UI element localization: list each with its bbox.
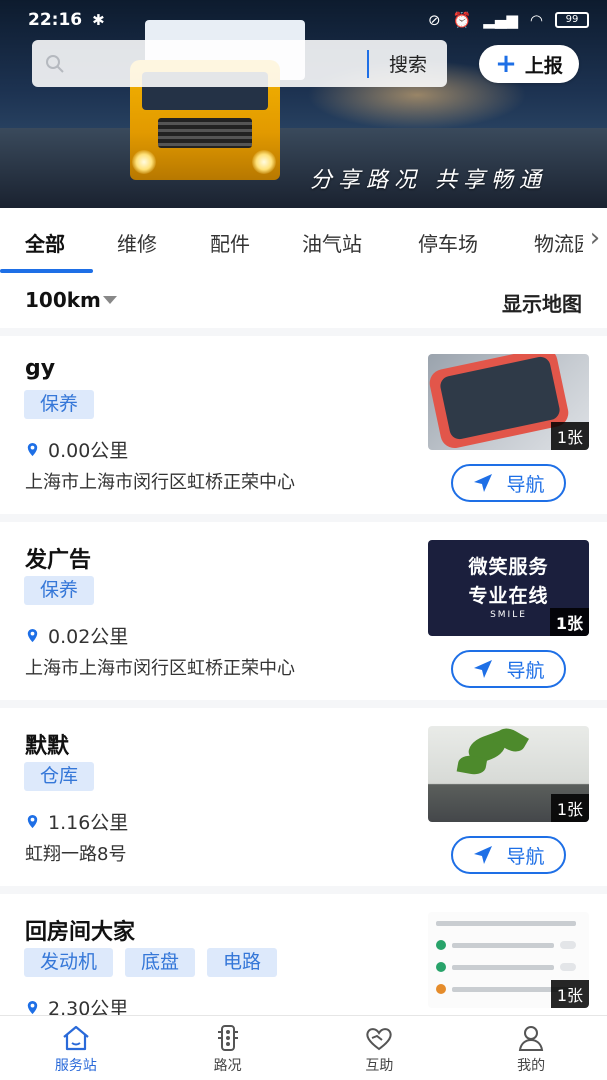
navigate-button[interactable]: 导航 bbox=[451, 836, 566, 874]
navigate-button-label: 导航 bbox=[506, 845, 545, 868]
search-icon bbox=[32, 54, 78, 74]
item-title: gy bbox=[25, 356, 56, 381]
navigation-arrow-icon bbox=[474, 846, 493, 864]
tab-parts[interactable]: 配件 bbox=[210, 228, 250, 257]
mute-icon: ⊘ bbox=[428, 11, 441, 29]
user-icon bbox=[518, 1026, 544, 1051]
nav-traffic[interactable]: 路况 bbox=[152, 1016, 304, 1080]
photo-text-line1: 微笑服务 bbox=[468, 556, 549, 578]
photo-text-line2: 专业在线 bbox=[468, 585, 549, 607]
navigation-arrow-icon bbox=[474, 660, 493, 678]
item-photo[interactable]: 1张 bbox=[428, 726, 589, 822]
item-distance: 0.02公里 bbox=[48, 626, 129, 648]
handshake-heart-icon bbox=[366, 1028, 393, 1051]
battery-icon: 99 bbox=[555, 12, 589, 28]
tab-parking[interactable]: 停车场 bbox=[418, 228, 478, 257]
item-address: 虹翔一路8号 bbox=[25, 844, 127, 865]
item-photo[interactable]: 1张 bbox=[428, 354, 589, 450]
traffic-light-icon bbox=[217, 1025, 238, 1051]
nav-label: 服务站 bbox=[54, 1058, 97, 1074]
item-photo[interactable]: 微笑服务 专业在线 SMILE 1张 bbox=[428, 540, 589, 636]
bluetooth-icon: ✱ bbox=[92, 11, 105, 29]
nav-profile[interactable]: 我的 bbox=[455, 1016, 607, 1080]
navigation-arrow-icon bbox=[474, 474, 493, 492]
status-bar: 22:16 ✱ ⊘ ⏰ ▂▄▆ ◠ 99 bbox=[0, 0, 607, 40]
item-tag: 仓库 bbox=[24, 762, 95, 791]
tab-indicator bbox=[0, 269, 93, 273]
item-tag: 保养 bbox=[24, 390, 95, 419]
alarm-icon: ⏰ bbox=[452, 11, 472, 29]
search-input[interactable] bbox=[78, 40, 367, 87]
wifi-icon: ◠ bbox=[529, 11, 543, 29]
tab-gas-station[interactable]: 油气站 bbox=[302, 228, 362, 257]
item-title: 发广告 bbox=[25, 548, 92, 573]
banner-slogan: 分享路况 共享畅通 bbox=[310, 168, 547, 193]
chevron-right-icon[interactable]: › bbox=[583, 208, 607, 268]
navigate-button[interactable]: 导航 bbox=[451, 464, 566, 502]
item-address: 上海市上海市闵行区虹桥正荣中心 bbox=[25, 472, 295, 493]
nav-label: 路况 bbox=[213, 1058, 242, 1074]
item-address: 上海市上海市闵行区虹桥正荣中心 bbox=[25, 658, 295, 679]
location-pin-icon bbox=[27, 628, 38, 643]
item-tag: 保养 bbox=[24, 576, 95, 605]
show-map-button[interactable]: 显示地图 bbox=[502, 288, 582, 317]
report-button-label: 上报 bbox=[524, 54, 563, 77]
item-title: 默默 bbox=[25, 734, 70, 759]
distance-filter[interactable]: 100km bbox=[25, 288, 117, 312]
navigate-button[interactable]: 导航 bbox=[451, 650, 566, 688]
distance-filter-label: 100km bbox=[25, 288, 101, 312]
search-bar[interactable]: 搜索 bbox=[32, 40, 447, 87]
tab-repair[interactable]: 维修 bbox=[117, 228, 157, 257]
nav-mutual-help[interactable]: 互助 bbox=[304, 1016, 456, 1080]
nav-label: 互助 bbox=[365, 1058, 394, 1074]
location-pin-icon bbox=[27, 442, 38, 457]
list-item[interactable]: 发广告 保养 0.02公里 上海市上海市闵行区虹桥正荣中心 微笑服务 专业在线 … bbox=[0, 522, 607, 700]
item-photo[interactable]: 1张 bbox=[428, 912, 589, 1008]
banner: 分享路况 共享畅通 22:16 ✱ ⊘ ⏰ ▂▄▆ ◠ 99 搜索 + 上报 bbox=[0, 0, 607, 208]
navigate-button-label: 导航 bbox=[506, 659, 545, 682]
photo-count-badge: 1张 bbox=[550, 422, 589, 450]
home-icon bbox=[63, 1025, 89, 1051]
tab-all[interactable]: 全部 bbox=[25, 228, 65, 257]
nav-service-station[interactable]: 服务站 bbox=[0, 1016, 152, 1080]
item-tag: 底盘 bbox=[125, 948, 196, 977]
nav-label: 我的 bbox=[517, 1058, 546, 1074]
location-pin-icon bbox=[27, 1000, 38, 1015]
item-distance: 1.16公里 bbox=[48, 812, 129, 834]
photo-count-badge: 1张 bbox=[550, 794, 589, 822]
search-button[interactable]: 搜索 bbox=[369, 50, 447, 77]
list-item[interactable]: 默默 仓库 1.16公里 虹翔一路8号 1张 导航 bbox=[0, 708, 607, 886]
list-item[interactable]: gy 保养 0.00公里 上海市上海市闵行区虹桥正荣中心 1张 导航 bbox=[0, 336, 607, 514]
category-tabs: 全部 维修 配件 油气站 停车场 物流园 › bbox=[0, 208, 607, 274]
photo-count-badge: 1张 bbox=[550, 980, 589, 1008]
plus-icon: + bbox=[495, 49, 517, 79]
item-distance: 0.00公里 bbox=[48, 440, 129, 462]
caret-down-icon bbox=[102, 296, 117, 304]
report-button[interactable]: + 上报 bbox=[479, 45, 579, 83]
photo-count-badge: 1张 bbox=[549, 608, 589, 636]
location-pin-icon bbox=[27, 814, 38, 829]
status-time: 22:16 bbox=[28, 10, 83, 30]
item-title: 回房间大家 bbox=[25, 920, 136, 945]
filter-row: 100km 显示地图 bbox=[0, 274, 607, 328]
signal-icon: ▂▄▆ bbox=[483, 11, 518, 29]
item-tag: 发动机 bbox=[24, 948, 114, 977]
bottom-navigation: 服务站 路况 互助 我的 bbox=[0, 1015, 607, 1080]
navigate-button-label: 导航 bbox=[506, 473, 545, 496]
item-tag: 电路 bbox=[207, 948, 278, 977]
